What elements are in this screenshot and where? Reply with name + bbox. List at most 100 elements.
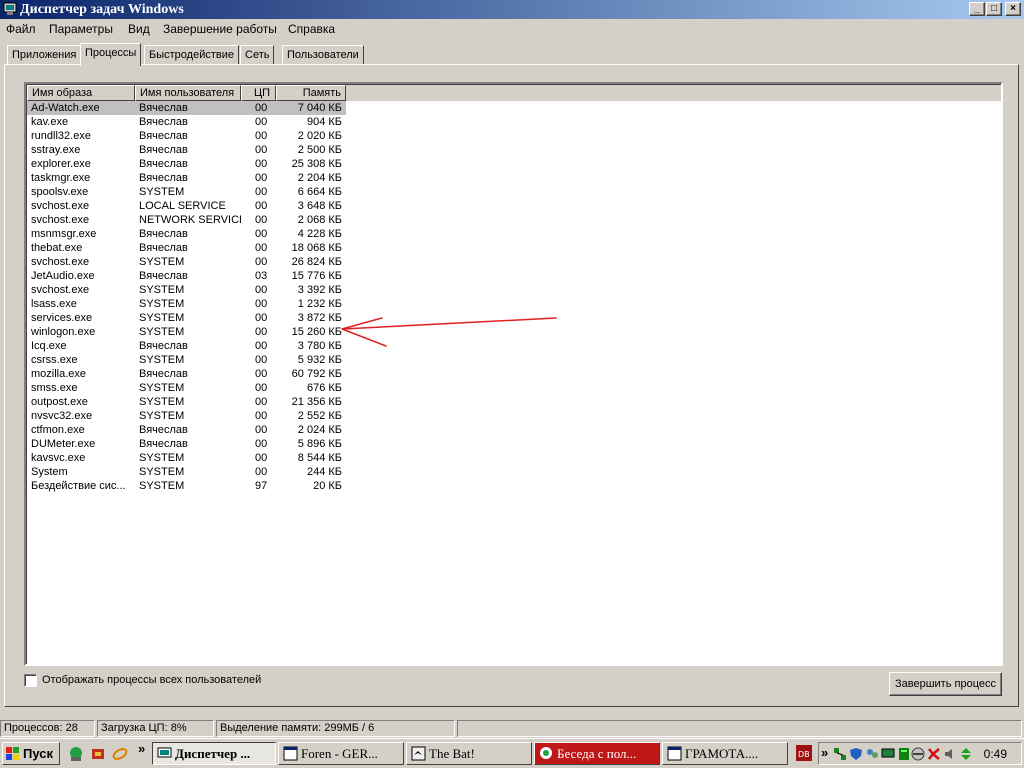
- status-memory: Выделение памяти: 299МБ / 6: [216, 720, 455, 737]
- start-button[interactable]: Пуск: [2, 742, 60, 765]
- column-memory[interactable]: Память: [276, 85, 346, 101]
- table-row[interactable]: rundll32.exe Вячеслав 00 2 020 КБ: [27, 129, 1001, 143]
- table-row[interactable]: explorer.exe Вячеслав 00 25 308 КБ: [27, 157, 1001, 171]
- table-row[interactable]: svchost.exe SYSTEM 00 3 392 КБ: [27, 283, 1001, 297]
- quicklaunch-overflow[interactable]: »: [138, 741, 145, 756]
- table-row[interactable]: mozilla.exe Вячеслав 00 60 792 КБ: [27, 367, 1001, 381]
- volume-icon[interactable]: [943, 747, 957, 761]
- cell-user-name: SYSTEM: [139, 410, 185, 422]
- quicklaunch-browser-icon[interactable]: [112, 746, 128, 762]
- task-forum[interactable]: Foren - GER...: [278, 742, 404, 765]
- table-row[interactable]: kav.exe Вячеслав 00 904 КБ: [27, 115, 1001, 129]
- tab-applications[interactable]: Приложения: [7, 45, 82, 65]
- task-label: Беседа с пол...: [557, 746, 637, 761]
- antivirus-icon[interactable]: [927, 747, 941, 761]
- process-list[interactable]: Имя образа Имя пользователя ЦП Память Ad…: [24, 82, 1003, 666]
- show-all-users-label: Отображать процессы всех пользователей: [42, 674, 262, 686]
- tab-performance[interactable]: Быстродействие: [144, 45, 239, 65]
- cell-user-name: SYSTEM: [139, 326, 185, 338]
- column-cpu[interactable]: ЦП: [241, 85, 276, 101]
- task-label: Foren - GER...: [301, 746, 378, 761]
- system-tray: » 0:49: [818, 742, 1022, 765]
- table-row[interactable]: taskmgr.exe Вячеслав 00 2 204 КБ: [27, 171, 1001, 185]
- task-chat[interactable]: Беседа с пол...: [534, 742, 660, 765]
- status-cpu: Загрузка ЦП: 8%: [97, 720, 214, 737]
- cell-user-name: SYSTEM: [139, 312, 185, 324]
- cell-user-name: Вячеслав: [135, 101, 241, 115]
- cell-cpu: 03: [255, 270, 268, 282]
- table-row[interactable]: spoolsv.exe SYSTEM 00 6 664 КБ: [27, 185, 1001, 199]
- task-taskmanager[interactable]: Диспетчер ...: [152, 742, 276, 765]
- minimize-button[interactable]: _: [969, 2, 985, 16]
- table-row[interactable]: svchost.exe SYSTEM 00 26 824 КБ: [27, 255, 1001, 269]
- table-row[interactable]: System SYSTEM 00 244 КБ: [27, 465, 1001, 479]
- table-row[interactable]: svchost.exe NETWORK SERVICE 00 2 068 КБ: [27, 213, 1001, 227]
- menu-help[interactable]: Справка: [288, 22, 335, 36]
- maximize-button[interactable]: □: [986, 2, 1002, 16]
- table-row[interactable]: Ad-Watch.exe Вячеслав 00 7 040 КБ: [27, 101, 1001, 115]
- db-icon[interactable]: DB: [796, 745, 812, 761]
- table-row[interactable]: JetAudio.exe Вячеслав 03 15 776 КБ: [27, 269, 1001, 283]
- cell-image-name: Icq.exe: [31, 340, 67, 352]
- end-process-button[interactable]: Завершить процесс: [889, 672, 1002, 696]
- tab-network[interactable]: Сеть: [240, 45, 275, 65]
- quicklaunch-tool-icon[interactable]: [90, 746, 106, 762]
- users-icon[interactable]: [865, 747, 879, 761]
- cell-cpu: 00: [255, 130, 268, 142]
- cell-image-name: explorer.exe: [31, 158, 91, 170]
- firewall-icon[interactable]: [911, 747, 925, 761]
- title-bar[interactable]: Диспетчер задач Windows _ □ ×: [0, 0, 1024, 19]
- cell-user-name: Вячеслав: [139, 368, 188, 380]
- table-row[interactable]: sstray.exe Вячеслав 00 2 500 КБ: [27, 143, 1001, 157]
- table-row[interactable]: DUMeter.exe Вячеслав 00 5 896 КБ: [27, 437, 1001, 451]
- table-row[interactable]: thebat.exe Вячеслав 00 18 068 КБ: [27, 241, 1001, 255]
- task-gramota[interactable]: ГРАМОТА....: [662, 742, 788, 765]
- quicklaunch-app-icon[interactable]: [68, 746, 84, 762]
- cell-cpu: 00: [255, 214, 268, 226]
- column-image-name[interactable]: Имя образа: [27, 85, 135, 101]
- clock: 0:49: [983, 747, 1007, 761]
- task-thebat[interactable]: The Bat!: [406, 742, 532, 765]
- cell-user-name: SYSTEM: [139, 256, 185, 268]
- cell-cpu: 97: [255, 480, 268, 492]
- menu-shutdown[interactable]: Завершение работы: [163, 22, 277, 36]
- cell-image-name: rundll32.exe: [31, 130, 91, 142]
- close-button[interactable]: ×: [1005, 2, 1021, 16]
- cell-memory: 1 232 КБ: [297, 298, 342, 310]
- list-header: Имя образа Имя пользователя ЦП Память: [27, 85, 1001, 101]
- cell-user-name: Вячеслав: [139, 158, 188, 170]
- cell-user-name: SYSTEM: [139, 186, 185, 198]
- table-row[interactable]: ctfmon.exe Вячеслав 00 2 024 КБ: [27, 423, 1001, 437]
- cell-memory: 20 КБ: [313, 480, 342, 492]
- show-all-users-checkbox[interactable]: [24, 674, 37, 687]
- table-row[interactable]: svchost.exe LOCAL SERVICE 00 3 648 КБ: [27, 199, 1001, 213]
- tab-processes[interactable]: Процессы: [80, 43, 142, 66]
- display-icon[interactable]: [881, 747, 895, 761]
- tray-overflow[interactable]: »: [821, 745, 828, 760]
- status-empty: [457, 720, 1022, 737]
- cell-image-name: services.exe: [31, 312, 93, 324]
- menu-file[interactable]: Файл: [6, 22, 36, 36]
- cell-cpu: 00: [255, 312, 268, 324]
- table-row[interactable]: kavsvc.exe SYSTEM 00 8 544 КБ: [27, 451, 1001, 465]
- table-row[interactable]: outpost.exe SYSTEM 00 21 356 КБ: [27, 395, 1001, 409]
- updown-icon[interactable]: [959, 747, 973, 761]
- table-row[interactable]: smss.exe SYSTEM 00 676 КБ: [27, 381, 1001, 395]
- cell-cpu: 00: [255, 200, 268, 212]
- table-row[interactable]: nvsvc32.exe SYSTEM 00 2 552 КБ: [27, 409, 1001, 423]
- tab-users[interactable]: Пользователи: [282, 45, 364, 65]
- menu-options[interactable]: Параметры: [49, 22, 113, 36]
- meter-icon[interactable]: [897, 747, 911, 761]
- table-row[interactable]: Бездействие сис... SYSTEM 97 20 КБ: [27, 479, 1001, 493]
- cell-image-name: mozilla.exe: [31, 368, 87, 380]
- shield-icon[interactable]: [849, 747, 863, 761]
- cell-memory: 25 308 КБ: [291, 158, 342, 170]
- cell-memory: 8 544 КБ: [297, 452, 342, 464]
- table-row[interactable]: csrss.exe SYSTEM 00 5 932 КБ: [27, 353, 1001, 367]
- table-row[interactable]: msnmsgr.exe Вячеслав 00 4 228 КБ: [27, 227, 1001, 241]
- menu-view[interactable]: Вид: [128, 22, 150, 36]
- cell-cpu: 00: [255, 466, 268, 478]
- network-icon[interactable]: [833, 747, 847, 761]
- column-user-name[interactable]: Имя пользователя: [135, 85, 241, 101]
- table-row[interactable]: lsass.exe SYSTEM 00 1 232 КБ: [27, 297, 1001, 311]
